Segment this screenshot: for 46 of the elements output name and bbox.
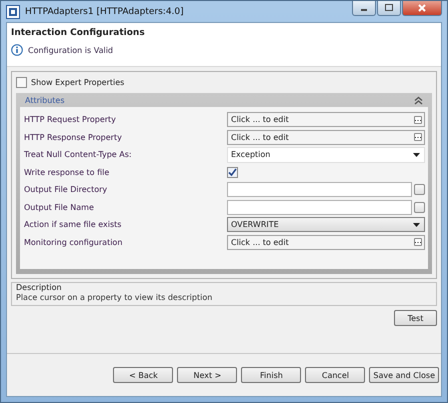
page-title: Interaction Configurations (11, 28, 146, 38)
input-field[interactable] (227, 200, 412, 215)
maximize-button[interactable] (377, 1, 401, 16)
property-label: Write response to file (24, 168, 110, 177)
property-field[interactable]: Click ... to edit (227, 130, 425, 145)
close-button[interactable] (402, 1, 442, 16)
checkbox-label: Show Expert Properties (31, 78, 124, 86)
group-title: Description (16, 283, 63, 293)
browse-button[interactable] (414, 184, 425, 196)
property-label: HTTP Request Property (24, 115, 117, 124)
status-message: Configuration is Valid (28, 46, 114, 54)
ellipsis-icon (414, 238, 422, 246)
input-field[interactable] (227, 182, 412, 198)
maximize-icon (384, 4, 394, 12)
wizard-button[interactable]: Finish (241, 367, 302, 383)
wizard-button[interactable]: Save and Close (369, 367, 439, 383)
dropdown[interactable]: Exception (227, 146, 425, 163)
property-label: Monitoring configuration (24, 238, 124, 247)
dropdown-arrow-icon (413, 152, 420, 157)
section-header[interactable]: Attributes (20, 93, 428, 107)
wizard-button[interactable]: Next > (177, 367, 238, 383)
checkbox[interactable] (16, 76, 27, 88)
property-field[interactable]: Click ... to edit (227, 234, 425, 250)
minimize-button[interactable] (352, 1, 376, 16)
property-label: Output File Directory (24, 185, 108, 194)
wizard-button[interactable]: Cancel (305, 367, 366, 383)
dropdown[interactable]: OVERWRITE (227, 217, 425, 232)
checkbox[interactable] (227, 166, 238, 178)
property-label: Action if same file exists (24, 220, 122, 230)
window-title: HTTPAdapters1 [HTTPAdapters:4.0] (25, 6, 185, 16)
info-icon (11, 44, 23, 56)
wizard-button[interactable]: < Back (113, 367, 174, 383)
property-label: HTTP Response Property (24, 132, 123, 142)
ellipsis-icon (414, 133, 422, 142)
property-label: Output File Name (24, 202, 95, 212)
dropdown-arrow-icon (413, 222, 420, 227)
property-label: Treat Null Content-Type As: (24, 150, 133, 160)
property-field[interactable]: Click ... to edit (227, 112, 425, 128)
section-title: Attributes (25, 96, 64, 104)
ellipsis-icon (414, 116, 422, 124)
test-button[interactable]: Test (394, 310, 437, 326)
description-text: Place cursor on a property to view its description (16, 293, 214, 303)
checkmark-icon (228, 168, 237, 177)
close-icon (417, 4, 427, 12)
browse-button[interactable] (414, 202, 425, 213)
app-icon (6, 4, 20, 18)
